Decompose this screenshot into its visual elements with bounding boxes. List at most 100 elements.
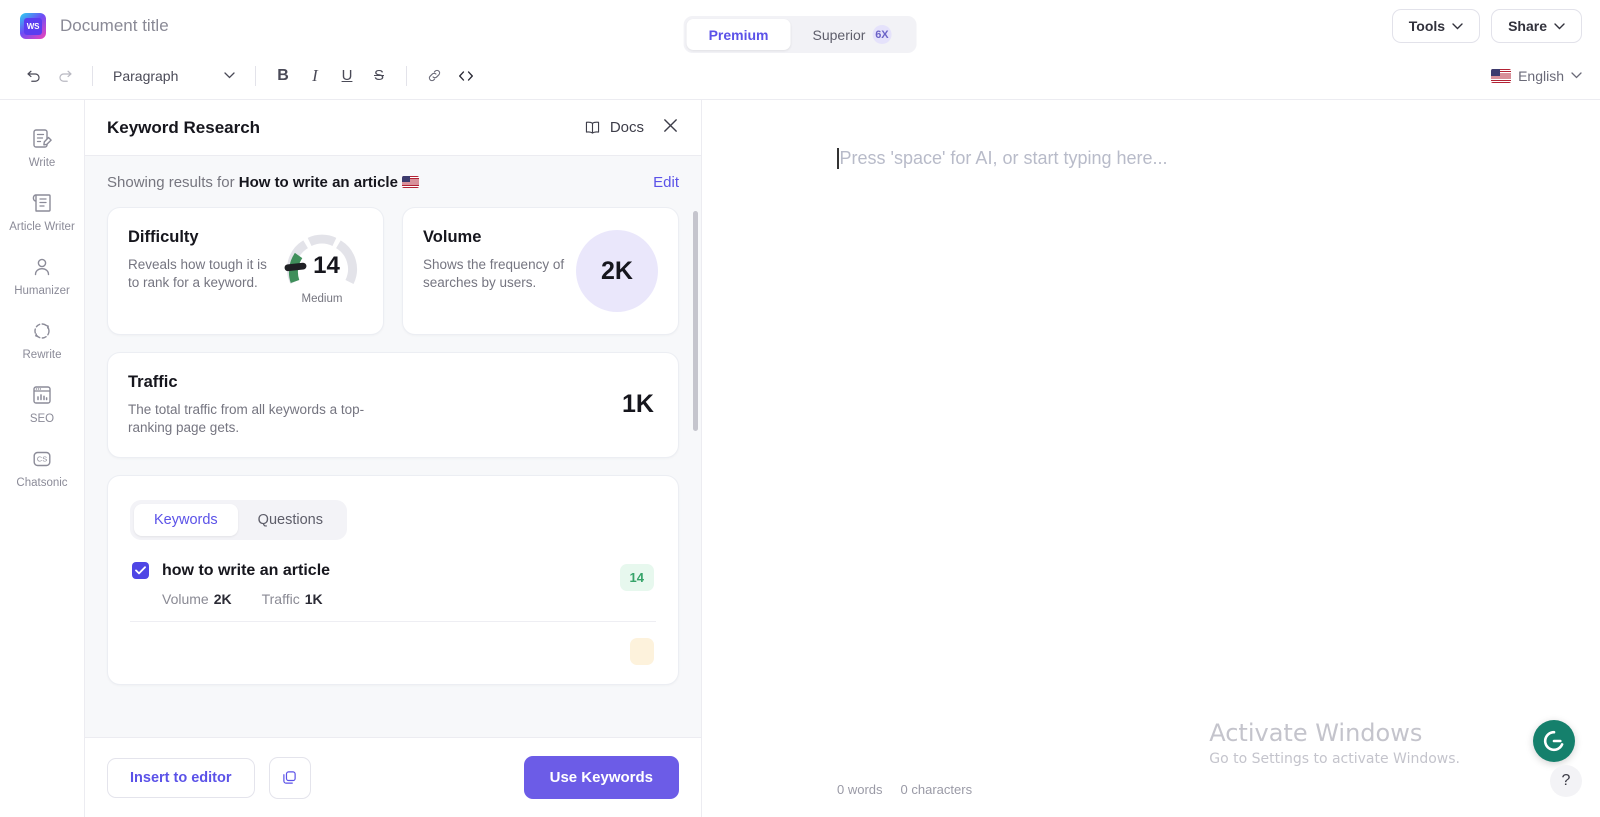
editor-placeholder-text: Press 'space' for AI, or start typing he… — [839, 148, 1168, 168]
tab-premium[interactable]: Premium — [686, 19, 791, 50]
svg-text:CS: CS — [37, 455, 47, 464]
bold-button[interactable]: B — [268, 61, 298, 91]
close-icon[interactable] — [662, 117, 679, 138]
sidebar-item-label: Humanizer — [14, 285, 70, 298]
volume-card: Volume Shows the frequency of searches b… — [402, 207, 679, 335]
tab-premium-label: Premium — [708, 26, 769, 43]
keyword-metrics: Volume 2K Traffic 1K — [162, 591, 620, 607]
keyword-difficulty-badge — [630, 637, 654, 665]
keyword-volume: Volume 2K — [162, 591, 232, 607]
traffic-value: 1K — [622, 390, 654, 419]
sidebar-item-seo[interactable]: SEO — [0, 374, 84, 438]
difficulty-level: Medium — [301, 293, 343, 305]
text-caret — [837, 148, 839, 169]
use-keywords-button[interactable]: Use Keywords — [523, 756, 679, 799]
keyword-item-title-row: how to write an article — [132, 562, 620, 580]
document-editor[interactable]: Press 'space' for AI, or start typing he… — [702, 100, 1600, 817]
volume-description: Shows the frequency of searches by users… — [423, 257, 565, 290]
top-bar-actions: Tools Share — [1391, 9, 1582, 43]
activate-windows-title: Activate Windows — [1209, 719, 1423, 747]
toolbar-divider — [255, 65, 256, 86]
character-count: 0 characters — [900, 782, 973, 797]
toolbar-divider — [406, 65, 407, 86]
tools-button[interactable]: Tools — [1391, 9, 1481, 43]
tab-superior-badge: 6X — [872, 25, 892, 44]
panel-title: Keyword Research — [107, 117, 261, 137]
left-sidebar: Write Article Writer Humanizer Rewrite S… — [0, 100, 85, 817]
keyword-traffic-value: 1K — [304, 590, 323, 607]
panel-scrollbar[interactable] — [693, 211, 698, 431]
word-count-bar: 0 words 0 characters — [837, 782, 972, 797]
link-icon[interactable] — [419, 61, 449, 91]
us-flag-icon — [1491, 68, 1512, 83]
editor-placeholder: Press 'space' for AI, or start typing he… — [837, 148, 1168, 169]
panel-header: Keyword Research Docs — [85, 100, 701, 156]
top-bar: WS Document title Premium Superior 6X To… — [0, 0, 1600, 53]
tab-questions[interactable]: Questions — [238, 504, 343, 536]
showing-results-row: Showing results for How to write an arti… — [85, 156, 701, 207]
language-select[interactable]: English — [1491, 68, 1582, 84]
tab-superior-label: Superior — [812, 26, 866, 43]
chatsonic-icon: CS — [33, 451, 51, 467]
difficulty-gauge: 14 Medium — [281, 230, 363, 305]
sidebar-item-label: Chatsonic — [16, 477, 68, 490]
keyword-name: how to write an article — [162, 561, 331, 579]
us-flag-icon — [402, 176, 420, 188]
humanizer-icon — [34, 258, 50, 276]
sidebar-item-chatsonic[interactable]: CS Chatsonic — [0, 438, 84, 502]
chevron-down-icon — [1554, 22, 1565, 29]
tab-keywords[interactable]: Keywords — [134, 503, 238, 536]
seo-icon — [33, 386, 51, 404]
undo-icon[interactable] — [18, 61, 48, 91]
strikethrough-button[interactable]: S — [364, 61, 394, 91]
mode-toggle: Premium Superior 6X — [683, 16, 917, 53]
italic-button[interactable]: I — [300, 61, 330, 91]
showing-keyword: How to write an article — [238, 174, 398, 191]
docs-button[interactable]: Docs — [583, 118, 644, 137]
grammarly-icon[interactable] — [1533, 720, 1575, 762]
redo-icon[interactable] — [50, 61, 80, 91]
sidebar-item-label: Article Writer — [9, 221, 75, 234]
underline-button[interactable]: U — [332, 61, 362, 91]
language-label: English — [1518, 67, 1564, 84]
keyword-research-panel: Keyword Research Docs Showing results fo… — [85, 100, 702, 817]
help-button[interactable]: ? — [1550, 765, 1582, 797]
keyword-checkbox[interactable] — [132, 562, 149, 580]
volume-text: Volume Shows the frequency of searches b… — [423, 228, 576, 292]
traffic-title: Traffic — [128, 373, 178, 391]
book-icon — [585, 121, 599, 134]
keyword-traffic-label: Traffic — [261, 590, 300, 607]
traffic-description: The total traffic from all keywords a to… — [128, 402, 365, 435]
panel-header-actions: Docs — [583, 117, 679, 138]
keyword-traffic: Traffic 1K — [262, 591, 323, 607]
sidebar-item-write[interactable]: Write — [0, 118, 84, 182]
sidebar-item-humanizer[interactable]: Humanizer — [0, 246, 84, 310]
keyword-difficulty-badge: 14 — [619, 563, 654, 591]
keyword-volume-label: Volume — [162, 590, 209, 607]
code-icon[interactable] — [451, 61, 481, 91]
tab-superior[interactable]: Superior 6X — [791, 19, 914, 50]
keyword-list-item[interactable] — [130, 622, 656, 679]
check-icon — [135, 566, 146, 575]
chevron-down-icon — [224, 72, 235, 79]
activate-windows-watermark: Activate Windows Go to Settings to activ… — [1209, 719, 1460, 767]
article-writer-icon — [32, 194, 51, 212]
traffic-card: Traffic The total traffic from all keywo… — [107, 352, 679, 458]
sidebar-item-article-writer[interactable]: Article Writer — [0, 182, 84, 246]
copy-icon[interactable] — [268, 756, 311, 799]
showing-results-text: Showing results for How to write an arti… — [107, 174, 420, 191]
difficulty-text: Difficulty Reveals how tough it is to ra… — [128, 228, 281, 292]
keywords-tabs: Keywords Questions — [130, 499, 347, 540]
app-logo[interactable]: WS — [18, 11, 48, 41]
sidebar-item-label: SEO — [29, 413, 55, 426]
document-title[interactable]: Document title — [60, 16, 169, 36]
keyword-list-item[interactable]: how to write an article Volume 2K Traffic… — [130, 540, 656, 622]
tools-label: Tools — [1408, 18, 1446, 34]
main-layout: Write Article Writer Humanizer Rewrite S… — [0, 100, 1600, 817]
sidebar-item-rewrite[interactable]: Rewrite — [0, 310, 84, 374]
traffic-text: Traffic The total traffic from all keywo… — [128, 373, 378, 437]
insert-to-editor-button[interactable]: Insert to editor — [107, 757, 255, 798]
edit-keyword-button[interactable]: Edit — [653, 174, 679, 191]
paragraph-style-select[interactable]: Paragraph — [105, 63, 243, 89]
share-button[interactable]: Share — [1491, 9, 1582, 43]
